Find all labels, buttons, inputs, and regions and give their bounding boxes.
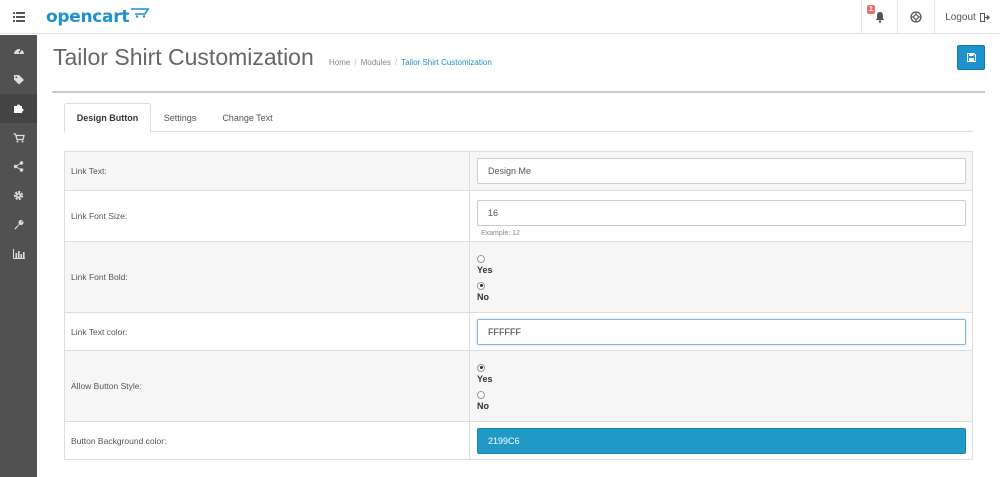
notification-badge: 1 — [867, 5, 875, 14]
sidebar-item-system[interactable] — [0, 181, 37, 210]
settings-table: Link Text: Design Me Link Font Size: 16 … — [64, 151, 973, 460]
top-header: opencart 1 Logout — [0, 0, 1000, 34]
sign-out-icon — [979, 12, 990, 22]
logout-button[interactable]: Logout — [934, 0, 1000, 34]
sidebar-item-sales[interactable] — [0, 123, 37, 152]
table-row: Link Text color: FFFFFF — [64, 312, 973, 351]
tags-icon — [13, 75, 24, 85]
link-font-size-input[interactable]: 16 — [477, 199, 966, 226]
breadcrumb: Home / Modules / Tailor Shirt Customizat… — [329, 58, 492, 67]
logo-text: opencart — [46, 7, 130, 27]
breadcrumb-modules[interactable]: Modules — [361, 58, 391, 67]
link-font-size-label: Link Font Size: — [64, 190, 470, 242]
header-divider — [52, 91, 985, 93]
table-row: Link Font Size: 16 Example: 12 — [64, 190, 973, 242]
link-text-input[interactable]: Design Me — [477, 158, 966, 184]
link-text-color-label: Link Text color: — [64, 312, 470, 351]
breadcrumb-separator: / — [354, 58, 357, 67]
sidebar-item-tools[interactable] — [0, 210, 37, 239]
link-font-size-cell: 16 Example: 12 — [469, 190, 973, 242]
link-text-cell: Design Me — [469, 151, 973, 191]
tab-bar: Design Button Settings Change Text — [64, 103, 973, 133]
sidebar-item-catalog[interactable] — [0, 65, 37, 94]
allow-button-style-no-label: No — [477, 400, 489, 411]
sidebar-item-reports[interactable] — [0, 239, 37, 268]
sidebar — [0, 35, 37, 477]
button-bg-color-cell: 2199C6 — [469, 421, 973, 460]
link-text-color-input[interactable]: FFFFFF — [477, 318, 966, 345]
allow-button-style-cell: Yes No — [469, 350, 973, 422]
link-text-color-cell: FFFFFF — [469, 312, 973, 351]
tab-change-text[interactable]: Change Text — [209, 103, 286, 132]
breadcrumb-separator: / — [394, 58, 398, 67]
button-bg-color-label: Button Background color: — [64, 421, 470, 460]
puzzle-icon — [14, 104, 24, 113]
table-row: Allow Button Style: Yes No — [64, 350, 973, 422]
sidebar-item-extensions[interactable] — [0, 94, 37, 123]
bar-chart-icon — [12, 248, 25, 259]
breadcrumb-current[interactable]: Tailor Shirt Customization — [401, 58, 492, 67]
life-ring-icon — [910, 11, 922, 23]
link-font-bold-yes-label: Yes — [477, 264, 493, 275]
link-font-size-help: Example: 12 — [481, 229, 520, 237]
table-row: Link Text: Design Me — [64, 151, 973, 191]
dashboard-icon — [13, 48, 24, 54]
link-font-bold-yes-radio[interactable] — [477, 254, 485, 263]
help-button[interactable] — [897, 0, 934, 34]
link-font-bold-no-radio[interactable] — [477, 281, 485, 290]
cog-icon — [13, 190, 24, 201]
bell-icon — [875, 12, 884, 23]
page-title: Tailor Shirt Customization — [53, 44, 314, 70]
share-icon — [13, 161, 24, 172]
save-button[interactable] — [957, 45, 985, 70]
allow-button-style-label: Allow Button Style: — [64, 350, 470, 422]
cart-logo-icon — [131, 8, 150, 18]
tab-settings[interactable]: Settings — [151, 103, 209, 132]
menu-toggle-icon[interactable] — [0, 0, 37, 34]
cart-icon — [13, 132, 25, 142]
table-row: Link Font Bold: Yes No — [64, 241, 973, 313]
button-bg-color-input[interactable]: 2199C6 — [477, 427, 966, 454]
wrench-icon — [14, 220, 24, 230]
allow-button-style-yes-label: Yes — [477, 373, 493, 384]
sidebar-item-dashboard[interactable] — [0, 35, 37, 65]
floppy-disk-icon — [966, 53, 976, 62]
tab-design-button[interactable]: Design Button — [64, 103, 151, 133]
breadcrumb-home[interactable]: Home — [329, 58, 350, 67]
allow-button-style-yes-radio[interactable] — [477, 363, 485, 372]
allow-button-style-no-radio[interactable] — [477, 390, 485, 399]
link-text-label: Link Text: — [64, 151, 470, 191]
link-font-bold-no-label: No — [477, 291, 489, 302]
sidebar-item-marketing[interactable] — [0, 152, 37, 181]
logout-label: Logout — [945, 11, 976, 23]
opencart-logo[interactable]: opencart — [46, 6, 150, 28]
link-font-bold-label: Link Font Bold: — [64, 241, 470, 313]
notifications-button[interactable]: 1 — [861, 0, 897, 34]
link-font-bold-cell: Yes No — [469, 241, 973, 313]
table-row: Button Background color: 2199C6 — [64, 421, 973, 460]
